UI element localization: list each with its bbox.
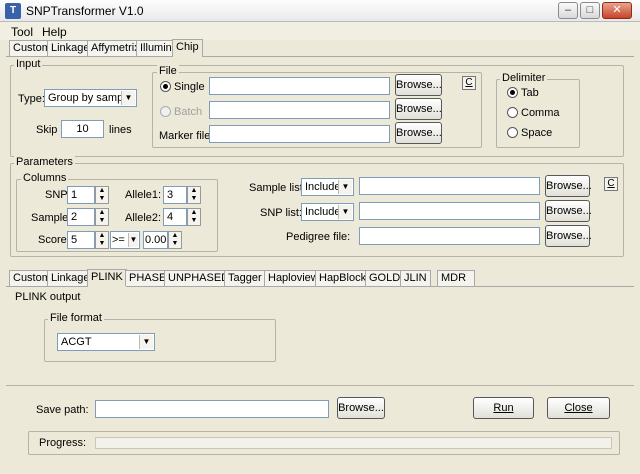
comma-delimiter-label: Comma [521, 107, 560, 119]
marker-label: Marker file: [159, 130, 214, 142]
skip-label: Skip [36, 124, 58, 136]
output-tab-gold[interactable]: GOLD [365, 270, 405, 286]
snp-list-select-value: Include [305, 206, 341, 218]
single-label: Single [174, 81, 205, 93]
snp-spinner[interactable]: ▲ ▼ [95, 186, 109, 204]
chevron-down-icon: ▼ [338, 180, 352, 194]
sample-label: Sample: [31, 212, 72, 224]
snp-list-browse-button[interactable]: Browse... [545, 200, 592, 222]
score-threshold-spinner[interactable]: ▲ ▼ [168, 231, 182, 249]
allele1-spinner[interactable]: ▲ ▼ [187, 186, 201, 204]
score-spinner[interactable]: ▲ ▼ [95, 231, 109, 249]
single-radio[interactable] [160, 81, 171, 92]
snp-column-input[interactable]: 1 [67, 186, 95, 204]
window-title: SNPTransformer V1.0 [26, 4, 144, 18]
score-threshold-input[interactable]: 0.00 [143, 231, 168, 249]
skip-input[interactable]: 10 [61, 120, 104, 138]
chevron-down-icon: ▼ [338, 205, 352, 219]
parameters-legend: Parameters [14, 156, 75, 168]
parameters-c-button[interactable]: C [604, 177, 618, 191]
menu-bar [0, 22, 640, 40]
output-tab-hapblock[interactable]: HapBlock [315, 270, 371, 286]
lines-label: lines [109, 124, 132, 136]
comma-delimiter-radio[interactable] [507, 107, 518, 118]
save-browse-button[interactable]: Browse... [337, 397, 385, 419]
output-tab-unphased[interactable]: UNPHASED [164, 270, 234, 286]
output-tab-plink[interactable]: PLINK [87, 269, 127, 287]
menu-tool[interactable]: Tool [11, 25, 33, 39]
snp-list-label: SNP list: [260, 207, 302, 219]
file-format-select[interactable]: ACGT ▼ [57, 333, 155, 351]
space-delimiter-label: Space [521, 127, 553, 139]
sample-list-browse-button[interactable]: Browse... [545, 175, 592, 197]
file-format-legend: File format [48, 312, 104, 324]
minimize-button[interactable]: – [558, 2, 578, 19]
sample-list-input[interactable] [359, 177, 540, 195]
progress-bar [95, 437, 612, 449]
pedigree-browse-button[interactable]: Browse... [545, 225, 592, 247]
pedigree-file-input[interactable] [359, 227, 540, 245]
tab-delimiter-label: Tab [521, 87, 539, 99]
snp-list-input[interactable] [359, 202, 540, 220]
progress-label: Progress: [39, 437, 87, 449]
input-tab-strip [6, 56, 634, 57]
chevron-down-icon: ▼ [121, 91, 135, 105]
sample-list-label: Sample list: [249, 182, 306, 194]
output-tab-mdr[interactable]: MDR [437, 270, 475, 286]
score-column-input[interactable]: 5 [67, 231, 95, 249]
file-format-select-value: ACGT [61, 336, 92, 348]
allele1-label: Allele1: [125, 189, 162, 201]
file-legend: File [157, 65, 179, 77]
chevron-down-icon: ▼ [139, 335, 153, 349]
app-icon: T [5, 3, 21, 19]
chevron-down-icon: ▼ [128, 233, 138, 247]
allele2-spinner[interactable]: ▲ ▼ [187, 208, 201, 226]
allele2-column-input[interactable]: 4 [163, 208, 187, 226]
pedigree-label: Pedigree file: [286, 231, 351, 243]
space-delimiter-radio[interactable] [507, 127, 518, 138]
columns-legend: Columns [21, 172, 69, 184]
allele2-label: Allele2: [125, 212, 162, 224]
batch-label: Batch [174, 106, 203, 118]
type-select[interactable]: Group by sample ▼ [44, 89, 137, 107]
single-browse-button[interactable]: Browse... [395, 74, 442, 96]
plink-output-label: PLINK output [15, 291, 81, 303]
batch-browse-button[interactable]: Browse... [395, 98, 442, 120]
close-window-button[interactable]: ✕ [602, 2, 632, 19]
menu-help[interactable]: Help [42, 25, 67, 39]
score-label: Score: [38, 234, 70, 246]
save-path-input[interactable] [95, 400, 329, 418]
close-button[interactable]: Close [547, 397, 610, 419]
bottom-divider [6, 385, 634, 386]
allele1-column-input[interactable]: 3 [163, 186, 187, 204]
marker-browse-button[interactable]: Browse... [395, 122, 442, 144]
snp-list-select[interactable]: Include ▼ [301, 203, 354, 221]
score-operator-value: >= [112, 234, 125, 246]
run-button[interactable]: Run [473, 397, 534, 419]
sample-list-select[interactable]: Include ▼ [301, 178, 354, 196]
sample-list-select-value: Include [305, 181, 341, 193]
output-tab-jlin[interactable]: JLIN [400, 270, 431, 286]
sample-spinner[interactable]: ▲ ▼ [95, 208, 109, 226]
batch-file-input[interactable] [209, 101, 390, 119]
delimiter-legend: Delimiter [500, 72, 548, 84]
type-label: Type: [18, 93, 45, 105]
batch-radio[interactable] [160, 106, 171, 117]
maximize-button[interactable]: □ [580, 2, 600, 19]
output-tab-tagger[interactable]: Tagger [224, 270, 266, 286]
sample-column-input[interactable]: 2 [67, 208, 95, 226]
input-legend: Input [14, 58, 43, 70]
output-tab-haploview[interactable]: Haploview [264, 270, 323, 286]
tab-delimiter-radio[interactable] [507, 87, 518, 98]
save-path-label: Save path: [36, 404, 89, 416]
single-file-input[interactable] [209, 77, 390, 95]
score-operator-select[interactable]: >= ▼ [110, 231, 140, 249]
tab-chip[interactable]: Chip [172, 39, 203, 57]
marker-file-input[interactable] [209, 125, 390, 143]
type-select-value: Group by sample [48, 92, 132, 104]
input-c-button[interactable]: C [462, 76, 476, 90]
